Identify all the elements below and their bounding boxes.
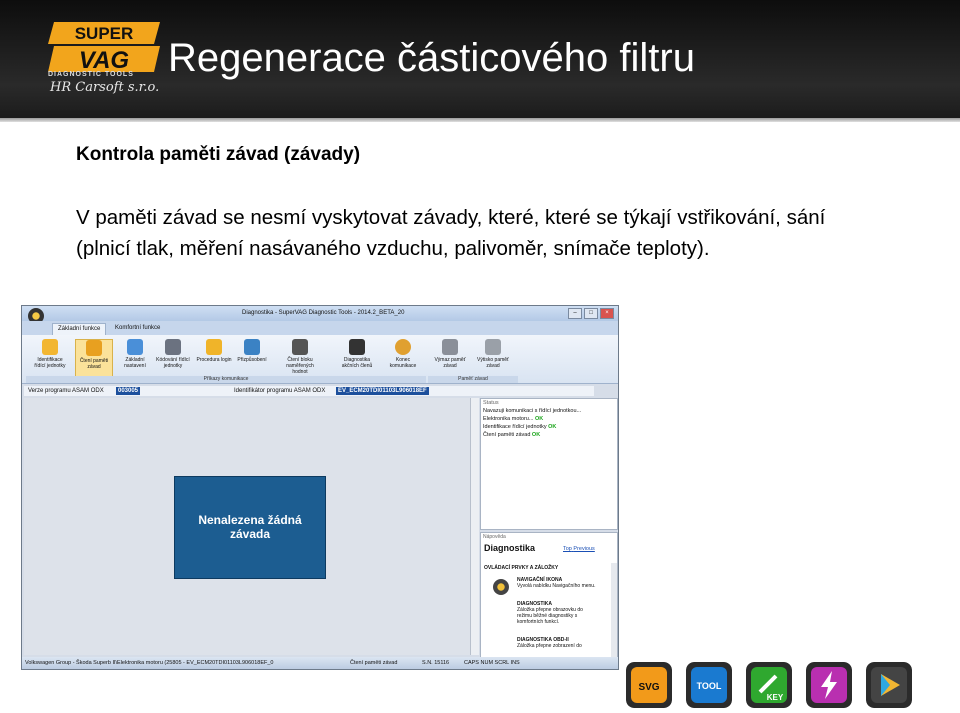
help-heading: Diagnostika [484,543,536,553]
slide-title: Regenerace částicového filtru [168,36,695,80]
program-id-value: EV_ECM20TDI01103L906018EF [336,387,429,395]
status-row: Navazuji komunikaci s řídící jednotkou..… [483,408,582,414]
company-signature: HR Carsoft s.r.o. [50,80,160,95]
minimize-button[interactable]: – [568,308,582,319]
help-item: NAVIGAČNÍ IKONA Vyvolá nabídku Navigačníh… [517,577,596,589]
measured-values-icon [292,339,308,355]
logo-super-text: SUPER [48,22,160,44]
close-button[interactable]: × [600,308,614,319]
lightning-icon[interactable] [806,662,852,708]
help-top-link[interactable]: Top [563,546,572,552]
status-vehicle: Volkswagen Group - Škoda Superb II\Elekt… [25,660,274,666]
adaptation-button[interactable]: Přizpůsobení [234,339,270,375]
tab-comfort-functions[interactable]: Komfortní funkce [110,323,165,334]
vertical-scrollbar[interactable] [470,398,479,655]
logo-tagline: DIAGNOSTIC TOOLS [48,71,134,78]
asam-version-label: Verze programu ASAM ODX [28,388,104,394]
status-row: Identifikace řídící jednotky OK [483,424,557,430]
status-row: Čtení paměti závad OK [483,432,541,438]
status-mode: Čtení paměti závad [350,660,398,666]
key-icon[interactable]: KEY [746,662,792,708]
adaptation-icon [244,339,260,355]
lock-icon [206,339,222,355]
supervag-logo: SUPER VAG DIAGNOSTIC TOOLS [48,22,160,80]
read-memory-icon [86,340,102,356]
status-pane-title: Status [483,400,499,406]
coding-icon [165,339,181,355]
basic-settings-icon [127,339,143,355]
help-pane-title: Nápověda [483,534,506,540]
ribbon-group-label: Paměť závad [428,376,518,383]
login-button[interactable]: Procedura login [196,339,232,375]
coding-button[interactable]: Kódování řídící jednotky [155,339,191,375]
help-previous-link[interactable]: Previous [573,546,594,552]
svg-icon[interactable]: SVG [626,662,672,708]
svg-text:VAG: VAG [79,47,129,72]
status-serial: S.N. 15116 [422,660,450,666]
svg-text:KEY: KEY [767,693,784,702]
app-screenshot: Diagnostika - SuperVAG Diagnostic Tools … [21,305,619,670]
logo-vag-text: VAG [48,46,160,72]
app-status-bar: Volkswagen Group - Škoda Superb II\Elekt… [22,657,618,669]
print-fault-memory-button[interactable]: Výtisko paměť závad [475,339,511,375]
window-titlebar: Diagnostika - SuperVAG Diagnostic Tools … [22,306,618,324]
actuators-icon [349,339,365,355]
end-communication-button[interactable]: Konec komunikace [385,339,421,375]
slide-paragraph: V paměti závad se nesmí vyskytovat závad… [76,206,826,260]
read-fault-memory-button[interactable]: Čtení paměti závad [75,339,113,377]
navigation-orb-icon [493,579,509,595]
no-fault-message: Nenalezena žádná závada [174,476,326,579]
erase-icon [442,339,458,355]
svg-text:SVG: SVG [638,682,659,693]
fault-list-pane: Nenalezena žádná závada [24,398,470,655]
print-icon [485,339,501,355]
program-info-bar: Verze programu ASAM ODX 003005 Identifik… [24,386,594,396]
ribbon-tabs: Základní funkce Komfortní funkce [22,321,618,335]
erase-fault-memory-button[interactable]: Výmaz paměť závad [432,339,468,375]
help-item: DIAGNOSTIKA OBD-II Záložka přepne zobraze… [517,637,582,649]
status-pane: Status Navazuji komunikaci s řídící jedn… [480,398,618,530]
end-communication-icon [395,339,411,355]
status-keys: CAPS NUM SCRL INS [464,660,520,666]
asam-version-value: 003005 [116,387,141,395]
actuators-button[interactable]: Diagnostika akčních členů [339,339,375,375]
help-scrollbar[interactable] [611,563,617,657]
svg-text:TOOL: TOOL [697,681,722,691]
tab-basic-functions[interactable]: Základní funkce [52,323,107,335]
help-item: DIAGNOSTIKA Záložka přepne obrazovku do r… [517,601,583,625]
play-icon[interactable] [866,662,912,708]
help-section-title: OVLÁDACÍ PRVKY A ZÁLOŽKY [484,565,559,571]
ribbon-toolbar: Identifikace řídící jednotky Čtení pamět… [22,335,618,384]
info-icon [42,339,58,355]
help-links: Top Previous [563,546,595,552]
svg-text:SUPER: SUPER [75,24,134,43]
slide-subtitle: Kontrola paměti závad (závady) [76,144,361,165]
window-title: Diagnostika - SuperVAG Diagnostic Tools … [242,310,405,316]
measured-values-button[interactable]: Čtení bloku naměřených hodnot [282,339,318,375]
status-row: Elektronika motoru... OK [483,416,544,422]
maximize-button[interactable]: □ [584,308,598,319]
ribbon-group-label: Příkazy komunikace [26,376,426,383]
identification-button[interactable]: Identifikace řídící jednotky [32,339,68,375]
tool-icon[interactable]: TOOL [686,662,732,708]
basic-settings-button[interactable]: Základní nastavení [117,339,153,375]
slide-header: SUPER VAG DIAGNOSTIC TOOLS HR Carsoft s.… [0,0,960,122]
help-pane: Nápověda Diagnostika Top Previous OVLÁDA… [480,532,618,658]
program-id-label: Identifikátor programu ASAM ODX [234,388,326,394]
